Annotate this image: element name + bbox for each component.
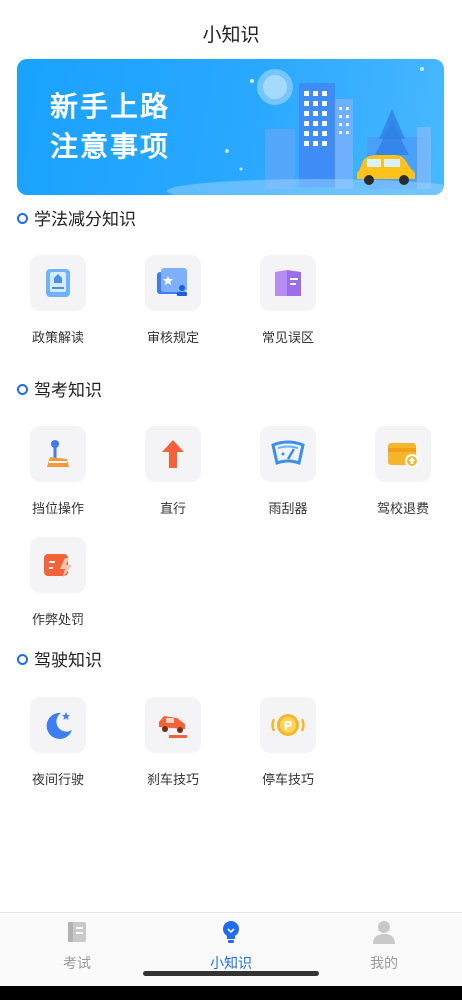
policy-document-icon [46,269,70,297]
item-night-driving[interactable]: 夜间行驶 [18,697,98,788]
item-parking-tips[interactable]: P 停车技巧 [248,697,328,788]
profile-person-icon [373,921,395,944]
page-title: 小知识 [202,24,260,46]
lightbulb-icon [223,921,239,943]
tab-label: 考试 [63,956,91,972]
banner-title-line2: 注意事项 [50,130,171,163]
item-wiper[interactable]: 雨刮器 [248,426,328,517]
section-title-driving-test: 驾考知识 [17,380,102,402]
gear-shift-icon [47,440,69,467]
item-gear-operation[interactable]: 挡位操作 [18,426,98,517]
item-common-mistakes[interactable]: 常见误区 [248,255,328,346]
item-school-refund[interactable]: 驾校退费 [363,426,443,517]
home-indicator [143,971,319,976]
item-label: 审核规定 [146,331,199,346]
svg-text:P: P [284,719,293,733]
item-label: 挡位操作 [31,502,84,517]
tab-knowledge[interactable]: 小知识 [181,919,281,973]
section-title-driving-knowledge: 驾驶知识 [17,650,102,672]
item-straight[interactable]: 直行 [133,426,213,517]
tab-label: 我的 [370,956,398,972]
item-label: 作弊处罚 [31,613,84,628]
refund-wallet-icon [388,443,419,468]
parking-icon: P [271,714,305,736]
exam-book-icon [68,922,86,942]
item-policy-interpretation[interactable]: 政策解读 [18,255,98,346]
item-label: 雨刮器 [268,502,308,517]
common-mistakes-book-icon [275,270,301,296]
cheating-penalty-icon [44,554,72,579]
section-title-law-study: 学法减分知识 [17,209,136,231]
item-braking-tips[interactable]: 刹车技巧 [133,697,213,788]
item-label: 直行 [159,502,186,517]
item-label: 常见误区 [261,331,314,346]
top-bar: 小知识 [0,0,462,60]
banner-title-line1: 新手上路 [50,90,171,123]
review-folder-icon [157,268,187,296]
braking-car-icon [159,716,187,738]
item-review-rules[interactable]: 审核规定 [133,255,213,346]
item-label: 夜间行驶 [31,773,84,788]
wiper-icon [271,440,305,465]
section-bullet-icon [17,383,28,395]
section-bullet-icon [17,212,28,224]
bottom-edge [0,986,462,1000]
straight-arrow-icon [162,440,184,468]
tab-label: 小知识 [210,956,252,972]
item-label: 停车技巧 [261,773,314,788]
item-label: 刹车技巧 [146,773,199,788]
night-moon-icon [46,712,72,739]
new-driver-banner[interactable]: 新手上路 注意事项 [17,59,444,195]
item-cheating-penalty[interactable]: 作弊处罚 [18,537,98,628]
tab-exam[interactable]: 考试 [27,919,127,973]
item-label: 政策解读 [31,331,84,346]
item-label: 驾校退费 [376,502,429,517]
tab-mine[interactable]: 我的 [334,919,434,973]
section-bullet-icon [17,653,28,665]
